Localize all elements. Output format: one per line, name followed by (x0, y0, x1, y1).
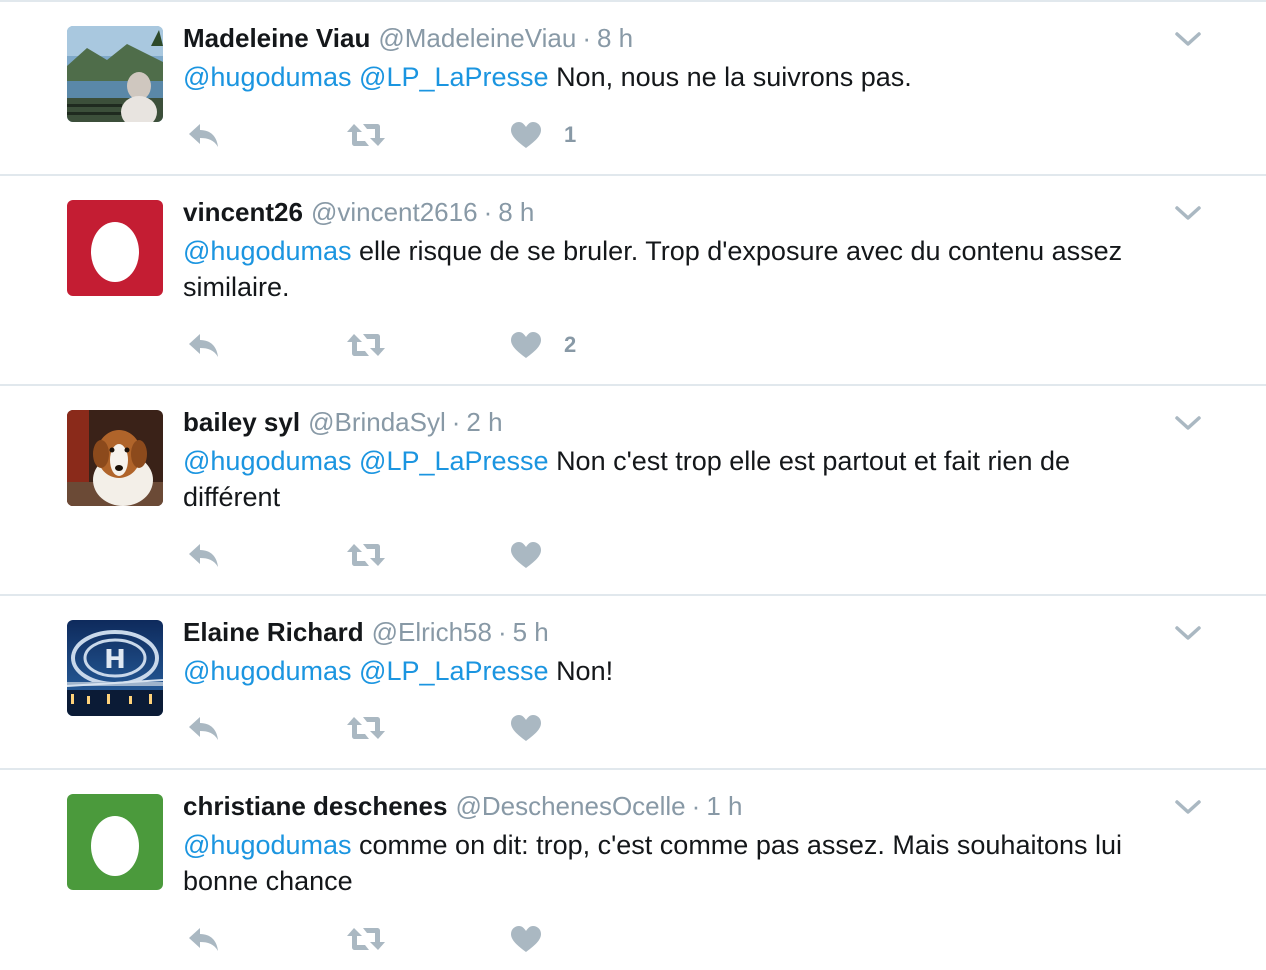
mention-link[interactable]: @hugodumas (183, 446, 352, 476)
like-button[interactable]: 2 (510, 328, 576, 362)
heart-icon (511, 542, 541, 568)
like-button[interactable] (510, 538, 542, 572)
username[interactable]: @MadeleineViau (378, 23, 576, 53)
retweet-button[interactable] (345, 328, 387, 362)
avatar[interactable] (67, 794, 163, 890)
reply-button[interactable] (186, 538, 220, 572)
reply-button[interactable] (186, 328, 220, 362)
heart-icon (511, 122, 541, 148)
tweet-text: @hugodumas elle risque de se bruler. Tro… (183, 233, 1183, 305)
display-name[interactable]: bailey syl (183, 407, 300, 437)
chevron-down-icon[interactable] (1174, 413, 1202, 433)
display-name[interactable]: christiane deschenes (183, 791, 447, 821)
tweet-actions: 2 (183, 328, 633, 362)
separator-dot: · (582, 23, 591, 53)
tweet-actions (183, 711, 633, 745)
reply-icon (189, 124, 218, 147)
separator-dot: · (483, 197, 493, 227)
tweet-header: Madeleine Viau @MadeleineViau · 8 h (183, 22, 633, 54)
reply-button[interactable] (186, 711, 220, 745)
tweet-text: @hugodumas @LP_LaPresse Non! (183, 653, 1183, 689)
heart-icon (511, 926, 541, 952)
avatar[interactable] (67, 410, 163, 506)
mention-link[interactable]: @hugodumas (183, 656, 352, 686)
tweet-body: Non! (556, 656, 614, 686)
timestamp[interactable]: 8 h (597, 23, 633, 53)
like-count: 1 (564, 122, 577, 147)
mention-link[interactable]: @LP_LaPresse (359, 656, 549, 686)
chevron-down-icon[interactable] (1174, 623, 1202, 643)
retweet-icon (347, 544, 385, 566)
tweet-header: bailey syl @BrindaSyl · 2 h (183, 406, 503, 438)
retweet-icon (347, 334, 385, 356)
reply-icon (189, 334, 218, 357)
username[interactable]: @Elrich58 (372, 617, 492, 647)
mention-link[interactable]: @LP_LaPresse (359, 62, 549, 92)
tweet[interactable]: H Elaine Richard @Elrich58 · 5 h @hugodumas… (0, 596, 1266, 768)
tweet-actions (183, 922, 633, 956)
tweet-text: @hugodumas comme on dit: trop, c'est com… (183, 827, 1183, 899)
reply-icon (189, 717, 218, 740)
reply-icon (189, 928, 218, 951)
retweet-button[interactable] (345, 118, 387, 152)
username[interactable]: @DeschenesOcelle (455, 791, 685, 821)
tweet-body: Non, nous ne la suivrons pas. (556, 62, 912, 92)
heart-icon (511, 715, 541, 741)
reply-button[interactable] (186, 922, 220, 956)
mention-link[interactable]: @hugodumas (183, 62, 352, 92)
mention-link[interactable]: @hugodumas (183, 830, 352, 860)
retweet-icon (347, 928, 385, 950)
username[interactable]: @BrindaSyl (308, 407, 446, 437)
mention-link[interactable]: @LP_LaPresse (359, 446, 549, 476)
chevron-down-icon[interactable] (1174, 797, 1202, 817)
avatar[interactable] (67, 26, 163, 122)
tweet-header: Elaine Richard @Elrich58 · 5 h (183, 616, 549, 648)
timestamp[interactable]: 1 h (706, 791, 742, 821)
tweet-actions (183, 538, 633, 572)
tweet-text: @hugodumas @LP_LaPresse Non c'est trop e… (183, 443, 1133, 515)
username[interactable]: @vincent2616 (311, 197, 478, 227)
tweet[interactable]: Madeleine Viau @MadeleineViau · 8 h @hugodu… (0, 0, 1266, 174)
svg-text:H: H (104, 645, 126, 675)
reply-button[interactable] (186, 118, 220, 152)
tweet-header: christiane deschenes @DeschenesOcelle · 1 h (183, 790, 742, 822)
avatar[interactable] (67, 200, 163, 296)
chevron-down-icon[interactable] (1174, 203, 1202, 223)
like-button[interactable] (510, 922, 542, 956)
tweet[interactable]: vincent26 @vincent2616 · 8 h @hugodumas ell… (0, 176, 1266, 384)
heart-icon (511, 332, 541, 358)
like-count: 2 (564, 332, 577, 357)
mention-link[interactable]: @hugodumas (183, 236, 352, 266)
timestamp[interactable]: 5 h (513, 617, 549, 647)
separator-dot: · (691, 791, 701, 821)
retweet-icon (347, 124, 385, 146)
display-name[interactable]: vincent26 (183, 197, 303, 227)
retweet-button[interactable] (345, 538, 387, 572)
display-name[interactable]: Elaine Richard (183, 617, 364, 647)
tweet-actions: 1 (183, 118, 633, 152)
avatar[interactable]: H (67, 620, 163, 716)
retweet-button[interactable] (345, 922, 387, 956)
display-name[interactable]: Madeleine Viau (183, 23, 370, 53)
chevron-down-icon[interactable] (1174, 29, 1202, 49)
tweet-text: @hugodumas @LP_LaPresse Non, nous ne la … (183, 59, 1183, 95)
retweet-icon (347, 717, 385, 739)
timestamp[interactable]: 2 h (466, 407, 502, 437)
like-button[interactable]: 1 (510, 118, 576, 152)
tweet[interactable]: christiane deschenes @DeschenesOcelle · 1 h… (0, 770, 1266, 970)
timestamp[interactable]: 8 h (498, 197, 534, 227)
tweet-header: vincent26 @vincent2616 · 8 h (183, 196, 534, 228)
retweet-button[interactable] (345, 711, 387, 745)
reply-icon (189, 544, 218, 567)
separator-dot: · (451, 407, 461, 437)
tweet[interactable]: bailey syl @BrindaSyl · 2 h @hugodumas @LP_… (0, 386, 1266, 594)
like-button[interactable] (510, 711, 542, 745)
separator-dot: · (497, 617, 507, 647)
